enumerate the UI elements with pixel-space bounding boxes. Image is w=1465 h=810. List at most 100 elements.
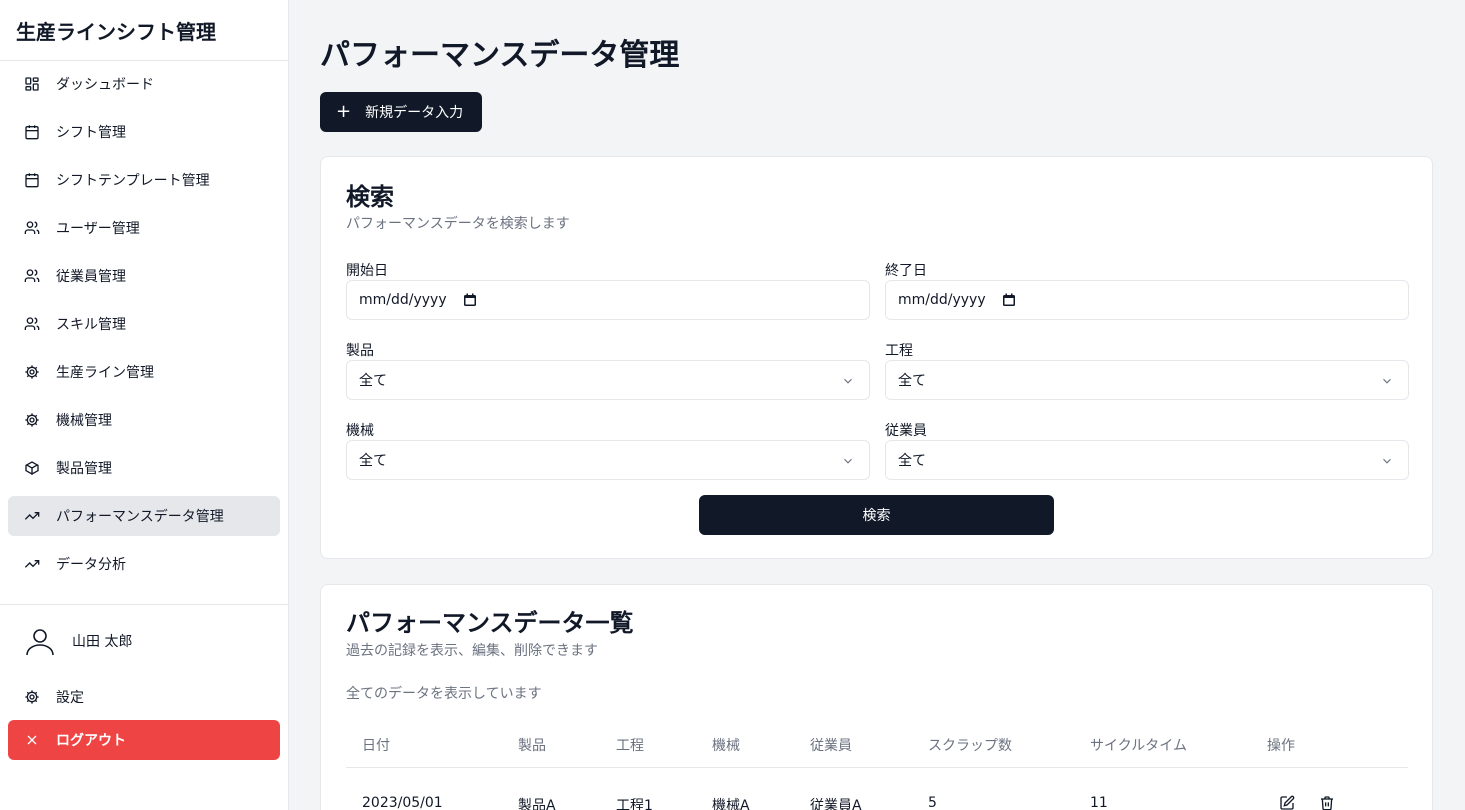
app-title: 生産ラインシフト管理 xyxy=(0,0,288,61)
sidebar-item-users[interactable]: ユーザー管理 xyxy=(8,208,280,248)
logout-label: ログアウト xyxy=(56,733,126,749)
logout-button[interactable]: ログアウト xyxy=(8,720,280,760)
sidebar-item-shifts[interactable]: シフト管理 xyxy=(8,112,280,152)
box-icon xyxy=(24,460,40,476)
gear-icon xyxy=(24,364,40,380)
new-data-button[interactable]: + 新規データ入力 xyxy=(320,92,482,132)
cell-scrap-count: 5 xyxy=(928,795,937,810)
sidebar-item-dashboard[interactable]: ダッシュボード xyxy=(8,64,280,104)
employee-value: 全て xyxy=(898,453,926,469)
close-icon xyxy=(24,732,40,748)
list-title: パフォーマンスデータ一覧 xyxy=(346,609,634,637)
plus-icon: + xyxy=(336,101,352,122)
employee-select[interactable]: 全て xyxy=(885,440,1409,480)
sidebar-item-label: 製品管理 xyxy=(56,461,112,477)
product-select[interactable]: 全て xyxy=(346,360,870,400)
sidebar-item-machines[interactable]: 機械管理 xyxy=(8,400,280,440)
cell-product: 製品A xyxy=(518,798,556,810)
process-label: 工程 xyxy=(885,343,913,359)
user-profile[interactable]: 山田 太郎 xyxy=(0,605,288,677)
column-header: 操作 xyxy=(1267,738,1295,754)
edit-icon[interactable] xyxy=(1279,795,1295,810)
chevron-down-icon xyxy=(841,374,855,388)
user-avatar-icon xyxy=(24,625,56,657)
chevron-down-icon xyxy=(841,454,855,468)
column-header: 従業員 xyxy=(810,738,852,754)
column-header: 日付 xyxy=(362,738,390,754)
column-header: スクラップ数 xyxy=(928,738,1012,754)
users-icon xyxy=(24,268,40,284)
cell-date: 2023/05/01 xyxy=(362,795,443,810)
sidebar-nav: ダッシュボード シフト管理 シフトテンプレート管理 ユーザー管理 従業員管理 ス… xyxy=(8,64,280,592)
trending-up-icon xyxy=(24,508,40,524)
cell-employee: 従業員A xyxy=(810,798,862,810)
page-title: パフォーマンスデータ管理 xyxy=(320,38,680,73)
product-value: 全て xyxy=(359,373,387,389)
cell-machine: 機械A xyxy=(712,798,750,810)
trending-up-icon xyxy=(24,556,40,572)
trash-icon[interactable] xyxy=(1319,795,1335,810)
sidebar-item-shift-templates[interactable]: シフトテンプレート管理 xyxy=(8,160,280,200)
performance-list-card: パフォーマンスデータ一覧 過去の記録を表示、編集、削除できます 全てのデータを表… xyxy=(320,584,1433,810)
start-date-label: 開始日 xyxy=(346,263,388,279)
calendar-icon xyxy=(24,172,40,188)
product-label: 製品 xyxy=(346,343,374,359)
column-header: 工程 xyxy=(616,738,644,754)
list-subtitle: 過去の記録を表示、編集、削除できます xyxy=(346,643,598,659)
sidebar-item-label: ユーザー管理 xyxy=(56,221,140,237)
settings-link[interactable]: 設定 xyxy=(0,677,288,717)
start-date-input[interactable]: mm/dd/yyyy xyxy=(346,280,870,320)
sidebar-item-production-lines[interactable]: 生産ライン管理 xyxy=(8,352,280,392)
search-subtitle: パフォーマンスデータを検索します xyxy=(346,216,570,232)
users-icon xyxy=(24,316,40,332)
sidebar-item-label: ダッシュボード xyxy=(56,77,154,93)
sidebar-footer: 山田 太郎 設定 ログアウト xyxy=(0,604,288,760)
calendar-icon[interactable] xyxy=(1002,293,1016,307)
user-name: 山田 太郎 xyxy=(72,634,133,650)
column-header: サイクルタイム xyxy=(1090,738,1188,754)
sidebar-item-label: 従業員管理 xyxy=(56,269,126,285)
start-date-value: mm/dd/yyyy xyxy=(359,292,447,308)
machine-value: 全て xyxy=(359,453,387,469)
end-date-value: mm/dd/yyyy xyxy=(898,292,986,308)
gear-icon xyxy=(24,689,40,705)
chevron-down-icon xyxy=(1380,374,1394,388)
sidebar-item-label: パフォーマンスデータ管理 xyxy=(56,509,224,525)
sidebar-item-skills[interactable]: スキル管理 xyxy=(8,304,280,344)
sidebar-item-label: スキル管理 xyxy=(56,317,126,333)
sidebar-item-label: データ分析 xyxy=(56,557,126,573)
search-card: 検索 パフォーマンスデータを検索します 開始日 mm/dd/yyyy 終了日 m… xyxy=(320,156,1433,559)
machine-select[interactable]: 全て xyxy=(346,440,870,480)
process-select[interactable]: 全て xyxy=(885,360,1409,400)
new-data-label: 新規データ入力 xyxy=(365,105,464,121)
end-date-label: 終了日 xyxy=(885,263,927,279)
settings-label: 設定 xyxy=(56,690,84,706)
search-title: 検索 xyxy=(346,183,394,211)
dashboard-icon xyxy=(24,76,40,92)
sidebar-item-data-analysis[interactable]: データ分析 xyxy=(8,544,280,584)
sidebar: 生産ラインシフト管理 ダッシュボード シフト管理 シフトテンプレート管理 ユーザ… xyxy=(0,0,289,810)
sidebar-item-label: 機械管理 xyxy=(56,413,112,429)
sidebar-item-label: 生産ライン管理 xyxy=(56,365,154,381)
end-date-input[interactable]: mm/dd/yyyy xyxy=(885,280,1409,320)
cell-cycle-time: 11 xyxy=(1090,795,1108,810)
process-value: 全て xyxy=(898,373,926,389)
sidebar-item-employees[interactable]: 従業員管理 xyxy=(8,256,280,296)
search-button[interactable]: 検索 xyxy=(699,495,1054,535)
table-header: 日付 製品 工程 機械 従業員 スクラップ数 サイクルタイム 操作 xyxy=(346,721,1408,768)
employee-label: 従業員 xyxy=(885,423,927,439)
sidebar-item-products[interactable]: 製品管理 xyxy=(8,448,280,488)
users-icon xyxy=(24,220,40,236)
column-header: 製品 xyxy=(518,738,546,754)
sidebar-item-label: シフト管理 xyxy=(56,125,126,141)
sidebar-item-label: シフトテンプレート管理 xyxy=(56,173,210,189)
table-row: 2023/05/01 製品A 工程1 機械A 従業員A 5 11 xyxy=(346,769,1408,810)
calendar-icon xyxy=(24,124,40,140)
gear-icon xyxy=(24,412,40,428)
machine-label: 機械 xyxy=(346,423,374,439)
column-header: 機械 xyxy=(712,738,740,754)
cell-process: 工程1 xyxy=(616,798,653,810)
list-info: 全てのデータを表示しています xyxy=(346,686,542,702)
sidebar-item-performance-data[interactable]: パフォーマンスデータ管理 xyxy=(8,496,280,536)
calendar-icon[interactable] xyxy=(463,293,477,307)
